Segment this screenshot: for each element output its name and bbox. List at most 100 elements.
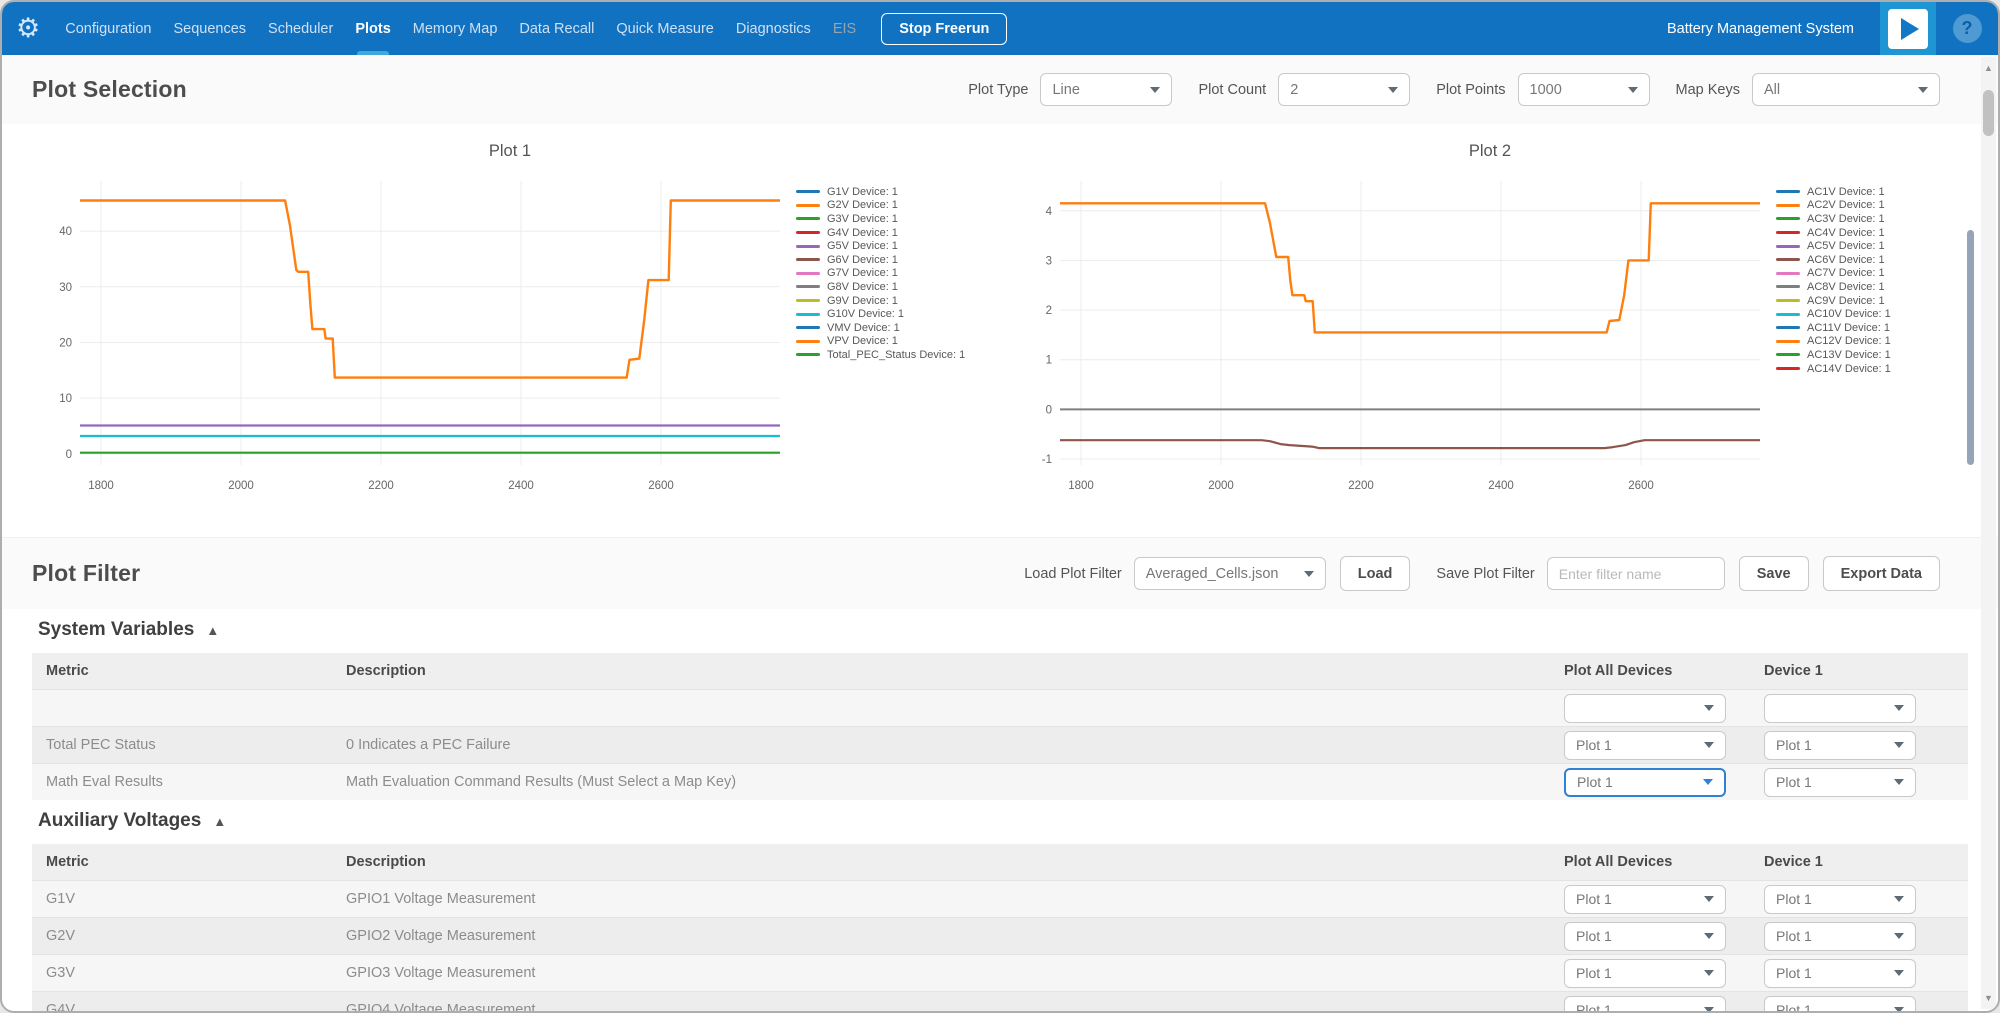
legend-item[interactable]: AC8V Device: 1: [1776, 280, 1972, 294]
legend-color-dash: [1776, 340, 1800, 343]
run-button[interactable]: [1880, 2, 1936, 55]
legend-item[interactable]: G2V Device: 1: [796, 199, 992, 213]
legend-label: G6V Device: 1: [827, 254, 898, 266]
inner-scrollbar-thumb[interactable]: [1967, 230, 1974, 465]
nav-item-configuration[interactable]: Configuration: [57, 2, 159, 55]
section-header-system-variables[interactable]: System Variables▲: [38, 619, 1968, 641]
collapse-triangle-icon[interactable]: ▲: [213, 814, 226, 829]
plot-all-devices-select[interactable]: Plot 1: [1564, 996, 1726, 1013]
legend-label: G10V Device: 1: [827, 308, 904, 320]
legend-item[interactable]: G8V Device: 1: [796, 280, 992, 294]
plot-all-devices-select[interactable]: Plot 1: [1564, 731, 1726, 760]
legend-item[interactable]: G6V Device: 1: [796, 253, 992, 267]
legend-label: Total_PEC_Status Device: 1: [827, 349, 965, 361]
scrollbar-thumb[interactable]: [1983, 90, 1994, 136]
legend-item[interactable]: AC5V Device: 1: [1776, 239, 1972, 253]
device-1-select[interactable]: Plot 1: [1764, 996, 1916, 1013]
filter-sections: System Variables▲ MetricDescriptionPlot A…: [2, 619, 1998, 1013]
legend-item[interactable]: G4V Device: 1: [796, 226, 992, 240]
nav-item-diagnostics[interactable]: Diagnostics: [728, 2, 819, 55]
description-cell: GPIO1 Voltage Measurement: [346, 891, 1564, 907]
legend-color-dash: [796, 272, 820, 275]
save-button[interactable]: Save: [1739, 556, 1809, 591]
legend-item[interactable]: AC13V Device: 1: [1776, 348, 1972, 362]
legend-item[interactable]: G10V Device: 1: [796, 307, 992, 321]
legend-item[interactable]: G7V Device: 1: [796, 267, 992, 281]
legend-item[interactable]: AC14V Device: 1: [1776, 362, 1972, 376]
legend-item[interactable]: G3V Device: 1: [796, 212, 992, 226]
metric-cell: G2V: [46, 928, 346, 944]
table-header-row: MetricDescriptionPlot All DevicesDevice …: [32, 844, 1968, 880]
device-1-select[interactable]: Plot 1: [1764, 922, 1916, 951]
legend-item[interactable]: AC7V Device: 1: [1776, 267, 1972, 281]
scroll-down-icon[interactable]: ▼: [1981, 993, 1996, 1003]
legend-item[interactable]: AC10V Device: 1: [1776, 307, 1972, 321]
legend-item[interactable]: G9V Device: 1: [796, 294, 992, 308]
plot-all-devices-select[interactable]: [1564, 694, 1726, 723]
description-cell: Math Evaluation Command Results (Must Se…: [346, 774, 1564, 790]
legend-color-dash: [1776, 272, 1800, 275]
nav-right: Battery Management System ?: [1667, 2, 1998, 55]
legend-color-dash: [1776, 313, 1800, 316]
load-filter-select[interactable]: Averaged_Cells.json: [1134, 557, 1326, 590]
nav-item-sequences[interactable]: Sequences: [165, 2, 254, 55]
legend-color-dash: [1776, 285, 1800, 288]
settings-gear-icon[interactable]: ⚙: [16, 15, 40, 42]
device-1-select[interactable]: Plot 1: [1764, 885, 1916, 914]
filter-name-input[interactable]: [1547, 557, 1725, 590]
collapse-triangle-icon[interactable]: ▲: [206, 623, 219, 638]
legend-item[interactable]: AC1V Device: 1: [1776, 185, 1972, 199]
nav-item-plots[interactable]: Plots: [347, 2, 398, 55]
legend-item[interactable]: G5V Device: 1: [796, 239, 992, 253]
plot-all-devices-select[interactable]: Plot 1: [1564, 922, 1726, 951]
plot-all-devices-select[interactable]: Plot 1: [1564, 959, 1726, 988]
svg-text:2200: 2200: [368, 480, 394, 492]
legend-item[interactable]: VMV Device: 1: [796, 321, 992, 335]
legend-item[interactable]: AC12V Device: 1: [1776, 335, 1972, 349]
export-data-button[interactable]: Export Data: [1823, 556, 1940, 591]
help-icon[interactable]: ?: [1953, 14, 1982, 43]
svg-text:10: 10: [59, 393, 72, 405]
nav-item-scheduler[interactable]: Scheduler: [260, 2, 341, 55]
legend-label: AC13V Device: 1: [1807, 349, 1891, 361]
legend-item[interactable]: VPV Device: 1: [796, 335, 992, 349]
device-1-select[interactable]: Plot 1: [1764, 768, 1916, 797]
plot-title-2: Plot 2: [1008, 142, 1972, 161]
device-1-select[interactable]: Plot 1: [1764, 959, 1916, 988]
nav-item-quick-measure[interactable]: Quick Measure: [608, 2, 722, 55]
column-header-metric: Metric: [46, 663, 346, 679]
plot-type-select[interactable]: Line: [1040, 73, 1172, 106]
table-header-row: MetricDescriptionPlot All DevicesDevice …: [32, 653, 1968, 689]
legend-item[interactable]: Total_PEC_Status Device: 1: [796, 348, 992, 362]
nav-item-memory-map[interactable]: Memory Map: [405, 2, 506, 55]
legend-item[interactable]: AC2V Device: 1: [1776, 199, 1972, 213]
plot-all-devices-select[interactable]: Plot 1: [1564, 885, 1726, 914]
device-1-select[interactable]: Plot 1: [1764, 731, 1916, 760]
svg-text:2000: 2000: [1208, 480, 1234, 492]
legend-item[interactable]: AC3V Device: 1: [1776, 212, 1972, 226]
legend-item[interactable]: AC11V Device: 1: [1776, 321, 1972, 335]
legend-label: AC14V Device: 1: [1807, 363, 1891, 375]
legend-color-dash: [1776, 190, 1800, 193]
load-button[interactable]: Load: [1340, 556, 1411, 591]
nav-item-data-recall[interactable]: Data Recall: [511, 2, 602, 55]
scroll-up-icon[interactable]: ▲: [1981, 63, 1996, 73]
page-scrollbar[interactable]: ▲ ▼: [1981, 57, 1996, 1009]
section-header-auxiliary-voltages[interactable]: Auxiliary Voltages ▲: [38, 810, 1968, 832]
plot-points-select[interactable]: 1000: [1518, 73, 1650, 106]
plot-count-select[interactable]: 2: [1278, 73, 1410, 106]
legend-item[interactable]: AC9V Device: 1: [1776, 294, 1972, 308]
metric-cell: Math Eval Results: [46, 774, 346, 790]
description-cell: 0 Indicates a PEC Failure: [346, 737, 1564, 753]
legend-item[interactable]: AC6V Device: 1: [1776, 253, 1972, 267]
device-1-select[interactable]: [1764, 694, 1916, 723]
legend-item[interactable]: AC4V Device: 1: [1776, 226, 1972, 240]
stop-freerun-button[interactable]: Stop Freerun: [881, 13, 1007, 45]
plot-all-devices-select[interactable]: Plot 1: [1564, 768, 1726, 797]
legend-label: AC7V Device: 1: [1807, 267, 1885, 279]
map-keys-select[interactable]: All: [1752, 73, 1940, 106]
section-title: Auxiliary Voltages: [38, 810, 201, 832]
legend-item[interactable]: G1V Device: 1: [796, 185, 992, 199]
legend-color-dash: [1776, 204, 1800, 207]
nav-menu: ConfigurationSequencesSchedulerPlotsMemo…: [54, 2, 867, 55]
